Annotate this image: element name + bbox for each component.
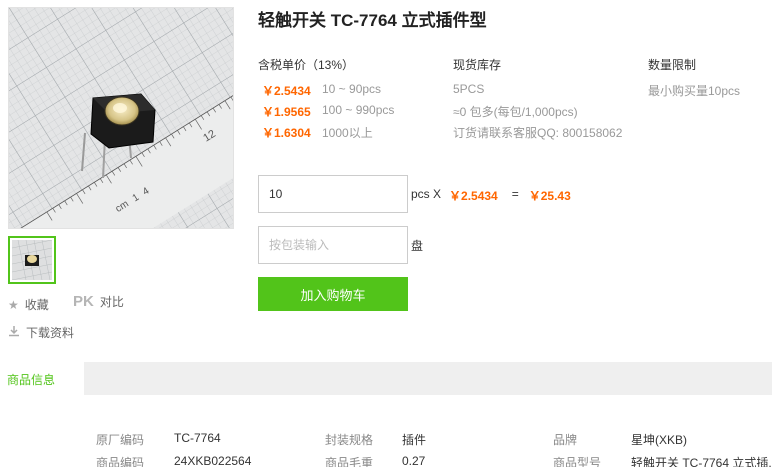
thumbnail-image — [12, 240, 52, 280]
product-thumbnail[interactable] — [8, 236, 56, 284]
compare-label: 对比 — [99, 295, 124, 309]
tier-range: 100 ~ 990pcs — [322, 103, 395, 117]
price-tier: ￥1.6304 1000以上 — [262, 124, 373, 141]
detail-value: 24XKB022564 — [174, 454, 252, 467]
detail-value: 0.27 — [402, 454, 426, 467]
detail-value: 星坤(XKB) — [631, 433, 688, 447]
tier-range: 1000以上 — [322, 126, 373, 140]
favorite-label: 收藏 — [24, 298, 49, 312]
product-photo: 12 13 cm 1 4 — [9, 8, 233, 228]
price-tier: ￥1.9565 100 ~ 990pcs — [262, 103, 394, 120]
stock-contact: 订货请联系客服QQ: 800158062 — [453, 126, 623, 140]
add-to-cart-button[interactable]: 加入购物车 — [258, 277, 408, 311]
package-unit: 盘 — [411, 239, 424, 253]
tab-bar: 商品信息 — [0, 362, 772, 395]
detail-value: TC-7764 — [174, 431, 221, 445]
download-label: 下载资料 — [26, 326, 75, 340]
quantity-input[interactable] — [258, 175, 408, 213]
unit-x: pcs X — [411, 187, 442, 201]
detail-label: 商品型号 — [553, 456, 602, 467]
pk-icon: PK — [73, 293, 94, 310]
download-action[interactable]: 下载资料 — [8, 324, 74, 341]
favorite-action[interactable]: ★ 收藏 — [8, 296, 49, 313]
unit-price: ￥2.5434 — [449, 189, 498, 203]
min-purchase: 最小购买量10pcs — [648, 84, 741, 98]
price-calculation: pcs X ￥2.5434 = ￥25.43 — [411, 187, 571, 204]
product-title: 轻触开关 TC-7764 立式插件型 — [258, 11, 487, 30]
limit-header: 数量限制 — [648, 58, 697, 72]
price-header: 含税单价（13%） — [258, 58, 355, 72]
download-icon — [8, 325, 20, 340]
tab-product-info[interactable]: 商品信息 — [0, 362, 84, 395]
tier-price: ￥2.5434 — [262, 84, 311, 98]
detail-label: 品牌 — [553, 433, 578, 447]
detail-label: 原厂编码 — [96, 433, 145, 447]
total-price: ￥25.43 — [528, 189, 571, 203]
detail-value: 插件 — [402, 433, 427, 447]
tier-range: 10 ~ 90pcs — [322, 82, 382, 96]
stock-packages: ≈0 包多(每包/1,000pcs) — [453, 105, 578, 119]
detail-value: 轻触开关 TC-7764 立式插... — [631, 456, 772, 467]
stock-quantity: 5PCS — [453, 82, 485, 96]
detail-label: 商品毛重 — [325, 456, 374, 467]
price-tier: ￥2.5434 10 ~ 90pcs — [262, 82, 381, 99]
detail-label: 封装规格 — [325, 433, 374, 447]
star-icon: ★ — [8, 297, 19, 312]
product-main-image: 12 13 cm 1 4 — [8, 7, 234, 229]
package-input[interactable] — [258, 226, 408, 264]
tier-price: ￥1.6304 — [262, 126, 311, 140]
stock-header: 现货库存 — [453, 58, 502, 72]
compare-action[interactable]: PK 对比 — [73, 293, 124, 310]
tier-price: ￥1.9565 — [262, 105, 311, 119]
detail-label: 商品编码 — [96, 456, 145, 467]
equals-sign: = — [511, 187, 519, 201]
